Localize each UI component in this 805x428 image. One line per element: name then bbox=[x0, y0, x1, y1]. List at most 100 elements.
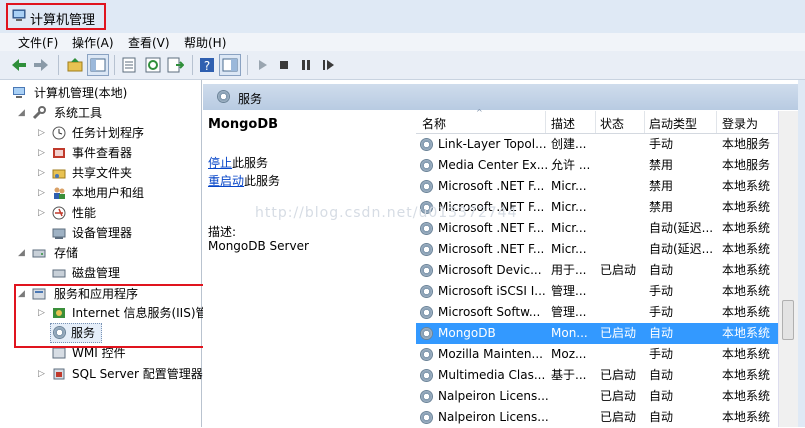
export-list-icon[interactable] bbox=[166, 56, 184, 74]
gear-icon bbox=[420, 159, 433, 172]
window-title: 计算机管理 bbox=[30, 13, 96, 28]
refresh-icon[interactable] bbox=[144, 56, 162, 74]
expand-arrow-icon[interactable]: ▷ bbox=[38, 143, 45, 163]
sort-caret-icon: ^ bbox=[476, 108, 483, 117]
sql-server-icon bbox=[53, 368, 65, 380]
expand-arrow-icon[interactable]: ▷ bbox=[38, 203, 45, 223]
stop-service-suffix: 此服务 bbox=[232, 156, 269, 170]
cell-startup-type: 自动 bbox=[649, 326, 674, 340]
table-row[interactable]: Mozilla Mainten... Moz... 手动 本地系统 bbox=[416, 344, 778, 365]
expand-arrow-icon[interactable]: ▷ bbox=[38, 123, 45, 143]
column-header-name[interactable]: 名称 bbox=[422, 115, 446, 132]
table-row[interactable]: Microsoft iSCSI I... 管理... 手动 本地系统 bbox=[416, 281, 778, 302]
table-row[interactable]: MongoDB Mon... 已启动 自动 本地系统 bbox=[416, 323, 778, 344]
cell-startup-type: 自动(延迟... bbox=[649, 242, 714, 256]
cell-startup-type: 手动 bbox=[649, 347, 674, 361]
table-row[interactable]: Microsoft .NET F... Micr... 禁用 本地系统 bbox=[416, 176, 778, 197]
table-row[interactable]: Media Center Ex... 允许 ... 禁用 本地服务 bbox=[416, 155, 778, 176]
expand-arrow-icon[interactable]: ▷ bbox=[38, 364, 45, 384]
table-row[interactable]: Link-Layer Topol... 创建... 手动 本地服务 bbox=[416, 134, 778, 155]
stop-icon[interactable] bbox=[275, 56, 293, 74]
pane-header bbox=[203, 84, 805, 110]
tree-item-label: 性能 bbox=[72, 206, 97, 220]
column-separator[interactable] bbox=[545, 111, 546, 133]
cell-description: 允许 ... bbox=[551, 158, 591, 172]
menu-view[interactable]: 查看(V) bbox=[128, 34, 170, 51]
gear-icon bbox=[420, 348, 433, 361]
restart-service-suffix: 此服务 bbox=[244, 174, 281, 188]
back-arrow-icon[interactable] bbox=[10, 56, 28, 74]
cell-name: Microsoft Softw... bbox=[438, 305, 541, 319]
restart-service-link[interactable]: 重启动 bbox=[208, 172, 244, 189]
cell-status: 已启动 bbox=[600, 410, 637, 424]
scrollbar-thumb[interactable] bbox=[782, 300, 794, 340]
toolbar: ? bbox=[0, 51, 805, 80]
table-row[interactable]: Microsoft .NET F... Micr... 自动(延迟... 本地系统 bbox=[416, 218, 778, 239]
cell-status: 已启动 bbox=[600, 263, 637, 277]
properties-icon[interactable] bbox=[120, 56, 138, 74]
title-bar bbox=[0, 0, 805, 33]
table-row[interactable]: Microsoft Softw... 管理... 手动 本地系统 bbox=[416, 302, 778, 323]
column-separator[interactable] bbox=[595, 111, 596, 133]
toolbar-separator bbox=[247, 55, 248, 75]
event-viewer-icon bbox=[53, 148, 65, 158]
gear-icon bbox=[420, 285, 433, 298]
cell-logon-as: 本地系统 bbox=[722, 242, 771, 256]
action-pane-icon bbox=[222, 58, 238, 72]
column-header-status[interactable]: 状态 bbox=[600, 115, 624, 132]
cell-logon-as: 本地系统 bbox=[722, 200, 771, 214]
table-row[interactable]: Nalpeiron Licens... 已启动 自动 本地系统 bbox=[416, 386, 778, 407]
restart-icon[interactable] bbox=[319, 56, 337, 74]
menu-action[interactable]: 操作(A) bbox=[72, 34, 114, 51]
table-row[interactable]: Microsoft Devic... 用于... 已启动 自动 本地系统 bbox=[416, 260, 778, 281]
expand-arrow-icon[interactable]: ▷ bbox=[38, 183, 45, 203]
cell-description: 管理... bbox=[551, 305, 587, 319]
services-list-header: 名称 ^ 描述 状态 启动类型 登录为 bbox=[416, 108, 778, 134]
computer-management-icon bbox=[13, 87, 25, 98]
cell-name: Media Center Ex... bbox=[438, 158, 549, 172]
column-header-startup-type[interactable]: 启动类型 bbox=[649, 115, 697, 132]
cell-description: 创建... bbox=[551, 137, 587, 151]
vertical-scrollbar[interactable] bbox=[778, 111, 799, 427]
collapse-arrow-icon[interactable]: ◢ bbox=[18, 103, 25, 123]
cell-description: 管理... bbox=[551, 284, 587, 298]
services-highlight-box bbox=[14, 284, 208, 348]
tree-item-label: 任务计划程序 bbox=[72, 126, 145, 140]
performance-icon bbox=[52, 206, 66, 220]
up-folder-icon[interactable] bbox=[66, 56, 84, 74]
cell-startup-type: 自动 bbox=[649, 263, 674, 277]
start-icon[interactable] bbox=[253, 56, 271, 74]
tree-item-label: 设备管理器 bbox=[72, 226, 133, 240]
column-separator[interactable] bbox=[644, 111, 645, 133]
column-header-logon-as[interactable]: 登录为 bbox=[722, 115, 758, 132]
menu-help[interactable]: 帮助(H) bbox=[184, 34, 226, 51]
table-row[interactable]: Microsoft .NET F... Micr... 自动(延迟... 本地系统 bbox=[416, 239, 778, 260]
gear-icon bbox=[420, 369, 433, 382]
cell-startup-type: 手动 bbox=[649, 305, 674, 319]
pause-icon[interactable] bbox=[297, 56, 315, 74]
toolbar-separator bbox=[192, 55, 193, 75]
cell-logon-as: 本地系统 bbox=[722, 326, 771, 340]
stop-service-link[interactable]: 停止 bbox=[208, 154, 232, 171]
storage-icon bbox=[32, 249, 46, 258]
toolbar-separator bbox=[114, 55, 115, 75]
cell-name: Microsoft .NET F... bbox=[438, 242, 545, 256]
help-icon[interactable]: ? bbox=[198, 56, 216, 74]
device-manager-icon bbox=[52, 228, 66, 239]
menu-bar: 文件(F) 操作(A) 查看(V) 帮助(H) bbox=[0, 33, 805, 51]
cell-logon-as: 本地系统 bbox=[722, 347, 771, 361]
watermark-text: http://blog.csdn.net/u013372744 bbox=[255, 205, 518, 221]
expand-arrow-icon[interactable]: ▷ bbox=[38, 163, 45, 183]
forward-arrow-icon[interactable] bbox=[32, 56, 50, 74]
tree-item-label: 系统工具 bbox=[54, 106, 103, 120]
column-header-description[interactable]: 描述 bbox=[551, 115, 575, 132]
tree-item-label: 存储 bbox=[54, 246, 79, 260]
table-row[interactable]: Multimedia Clas... 基于... 已启动 自动 本地系统 bbox=[416, 365, 778, 386]
table-row[interactable]: Nalpeiron Licens... 已启动 自动 本地系统 bbox=[416, 407, 778, 428]
collapse-arrow-icon[interactable]: ◢ bbox=[18, 243, 25, 263]
cell-startup-type: 自动 bbox=[649, 410, 674, 424]
menu-file[interactable]: 文件(F) bbox=[18, 34, 58, 51]
computer-management-icon bbox=[12, 9, 26, 21]
column-separator[interactable] bbox=[716, 111, 717, 133]
cell-status: 已启动 bbox=[600, 326, 637, 340]
